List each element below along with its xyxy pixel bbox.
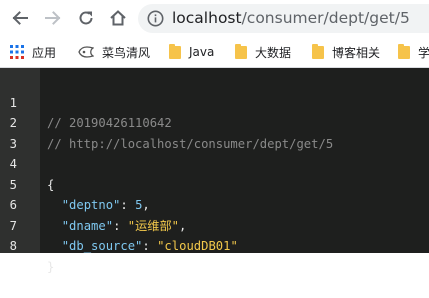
- close-brace: }: [47, 259, 55, 274]
- forward-arrow-icon: [45, 11, 61, 25]
- bookmark-label: 应用: [32, 45, 57, 60]
- folder-icon: [312, 43, 324, 59]
- code-line: 2 // http://localhost/consumer/dept/get/…: [0, 93, 429, 151]
- bookmark-site[interactable]: 菜鸟清风: [78, 37, 150, 67]
- bookmarks-bar: 应用 菜鸟清风 Java 大数据 博客相关 学: [0, 37, 429, 68]
- forward-button[interactable]: [40, 5, 66, 31]
- folder-icon: [398, 43, 410, 59]
- browser-toolbar: localhost/consumer/dept/get/5: [0, 0, 429, 37]
- code-line: 4 {: [0, 134, 429, 192]
- code-line: 5 "deptno": 5,: [0, 154, 429, 213]
- code-line: 3: [0, 113, 429, 151]
- json-key: "db_source": [61, 239, 143, 253]
- code-line: 6 "dname": "运维部",: [0, 175, 429, 233]
- reload-button[interactable]: [73, 5, 99, 31]
- back-arrow-icon: [12, 11, 28, 25]
- apps-grid-icon: [10, 45, 24, 59]
- json-value: "cloudDB01": [157, 239, 238, 253]
- bookmark-folder-java[interactable]: Java: [169, 37, 214, 67]
- folder-icon: [169, 43, 181, 59]
- home-button[interactable]: [105, 5, 131, 31]
- json-viewer: 1 // 20190426110642 2 // http://localhos…: [0, 68, 429, 274]
- bookmark-folder-blog[interactable]: 博客相关: [312, 37, 380, 67]
- reload-icon: [79, 11, 93, 25]
- line-number: 8: [9, 239, 17, 253]
- bookmark-label: 大数据: [255, 45, 292, 60]
- bookmark-folder-bigdata[interactable]: 大数据: [235, 37, 291, 67]
- address-bar[interactable]: localhost/consumer/dept/get/5: [138, 4, 429, 33]
- info-icon[interactable]: [147, 10, 164, 27]
- code-line: 1 // 20190426110642: [0, 72, 429, 131]
- back-button[interactable]: [7, 5, 33, 31]
- home-icon: [110, 10, 126, 26]
- code-lines: 1 // 20190426110642 2 // http://localhos…: [0, 72, 429, 274]
- site-favicon-icon: [78, 45, 94, 59]
- bookmark-label: 博客相关: [332, 45, 381, 60]
- url-text[interactable]: localhost/consumer/dept/get/5: [172, 4, 410, 33]
- bookmark-apps[interactable]: 应用: [10, 37, 56, 67]
- json-field-db-source: "db_source": "cloudDB01": [61, 239, 238, 253]
- folder-icon: [235, 43, 247, 59]
- bookmark-label: 菜鸟清风: [102, 45, 151, 60]
- url-path: /consumer/dept/get/5: [241, 9, 410, 27]
- code-line: 7 "db_source": "cloudDB01": [0, 195, 429, 254]
- bookmark-folder-study[interactable]: 学: [398, 37, 429, 67]
- bookmark-label: Java: [189, 45, 215, 59]
- url-host: localhost: [172, 9, 242, 27]
- code-line: 8 }: [0, 216, 429, 274]
- bookmark-label: 学: [418, 45, 429, 60]
